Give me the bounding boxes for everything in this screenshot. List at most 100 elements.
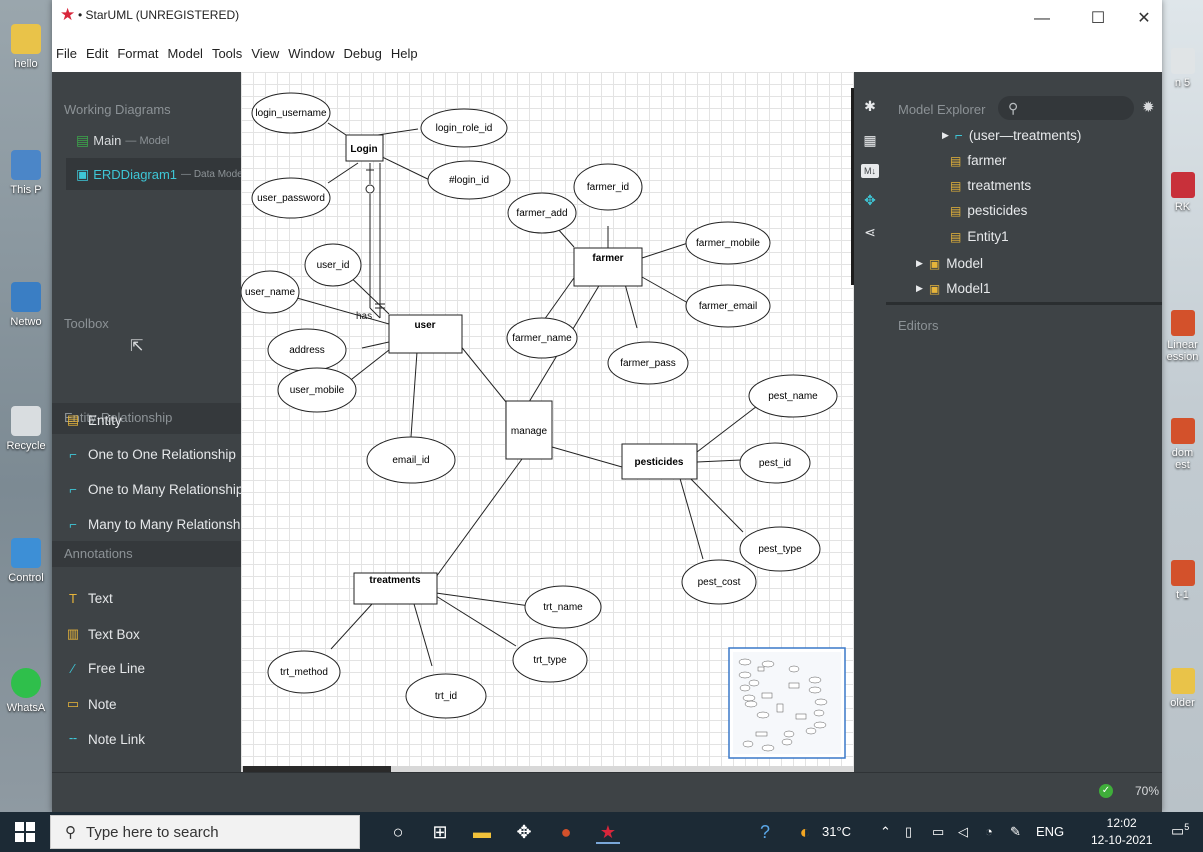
entity-pesticides[interactable]: pesticides [621,443,698,480]
panel-splitter[interactable] [886,302,1162,305]
explorer-search-input[interactable]: ⚲ [998,96,1134,120]
entity-farmer[interactable]: farmer [573,247,643,287]
attribute-pest-cost[interactable]: pest_cost [681,559,757,605]
diagram-canvas[interactable]: has login_username login_role_id user_pa… [241,72,863,772]
desktop-icon-right-1[interactable]: n 5 [1162,48,1203,89]
desktop-icon-right-4[interactable]: dom est [1162,418,1203,471]
meet-now-icon[interactable]: ▯ [905,824,912,840]
attribute-farmer-id[interactable]: farmer_id [573,163,643,211]
wifi-icon[interactable]: ◔ [985,824,993,839]
attribute-trt-id[interactable]: trt_id [405,673,487,719]
tree-item-model1[interactable]: ▶ ▣ Model1 [916,281,991,296]
toolbox-note[interactable]: ▭ Note [66,696,117,712]
attribute-trt-type[interactable]: trt_type [512,637,588,683]
entity-treatments[interactable]: treatments [353,572,438,605]
desktop-icon-right-2[interactable]: RK [1162,172,1203,213]
attribute-login-id[interactable]: #login_id [427,160,511,200]
toolbox-entity[interactable]: ▤ Entity [66,412,122,428]
menu-view[interactable]: View [251,46,279,70]
input-language[interactable]: ENG [1036,824,1064,839]
tree-item-model[interactable]: ▶ ▣ Model [916,256,983,271]
chevron-up-icon[interactable]: ⌃ [880,824,891,840]
gear-icon[interactable]: ✹ [1142,98,1155,116]
zoom-level[interactable]: 70% [1135,784,1159,798]
navigate-icon[interactable]: ✥ [860,190,880,210]
toolbox-text-box[interactable]: ▥ Text Box [66,626,140,642]
staruml-taskbar-icon[interactable]: ★ [596,820,620,844]
help-icon[interactable]: ? [753,820,777,844]
desktop-icon-control[interactable]: Control [0,538,52,584]
tree-item-user-treatments[interactable]: ▶ ⌐ (user—treatments) [942,128,1081,143]
windows-start-icon[interactable] [14,821,36,843]
toolbox-note-link[interactable]: ╌ Note Link [66,731,145,747]
task-view-icon[interactable]: ⊞ [428,820,452,844]
diagram-item-main[interactable]: ▤ Main — Model [76,132,169,149]
taskbar-search[interactable]: ⚲ Type here to search [50,815,360,849]
file-explorer-icon[interactable]: ▬ [470,820,494,844]
attribute-farmer-name[interactable]: farmer_name [506,317,578,359]
desktop-icon-right-3[interactable]: Linear ession [1162,310,1203,363]
relationship-manage[interactable]: manage [505,400,553,460]
markdown-icon[interactable]: M↓ [861,164,879,178]
desktop-icon-recycle[interactable]: Recycle [0,406,52,452]
desktop-icon-network[interactable]: Netwo [0,282,52,328]
menu-window[interactable]: Window [288,46,334,70]
attribute-farmer-email[interactable]: farmer_email [685,284,771,328]
attribute-pest-id[interactable]: pest_id [739,442,811,484]
menu-file[interactable]: File [56,46,77,70]
menu-model[interactable]: Model [168,46,203,70]
desktop-icon-whatsapp[interactable]: WhatsA [0,668,52,714]
notification-icon[interactable]: ▭5 [1171,822,1189,840]
attribute-farmer-add[interactable]: farmer_add [507,192,577,234]
attribute-user-id[interactable]: user_id [304,243,362,287]
entity-login[interactable]: Login [345,134,384,162]
extensions-icon[interactable]: ✱ [860,96,880,116]
attribute-login-username[interactable]: login_username [251,92,331,134]
menu-tools[interactable]: Tools [212,46,242,70]
minimize-button[interactable]: — [1022,4,1062,34]
desktop-icon-right-6[interactable]: older [1162,668,1203,709]
system-clock[interactable]: 12:02 12-10-2021 [1091,815,1152,849]
toolbox-free-line[interactable]: ⁄ Free Line [66,661,145,676]
tree-item-pesticides[interactable]: ▤ pesticides [950,203,1027,218]
battery-icon[interactable]: ▭ [932,824,944,840]
desktop-icon-this-pc[interactable]: This P [0,150,52,196]
toolbox-one-to-one[interactable]: ⌐ One to One Relationship [66,447,236,462]
share-icon[interactable]: ⋖ [860,222,880,242]
toolbox-many-to-many[interactable]: ⌐ Many to Many Relationship [66,517,251,532]
toolbox-text[interactable]: T Text [66,591,113,606]
attribute-user-mobile[interactable]: user_mobile [277,367,357,413]
attribute-email-id[interactable]: email_id [366,436,456,484]
menu-help[interactable]: Help [391,46,418,70]
attribute-user-password[interactable]: user_password [251,177,331,219]
attribute-address[interactable]: address [267,328,347,372]
attribute-trt-name[interactable]: trt_name [524,585,602,629]
desktop-icon-hello[interactable]: hello [0,24,52,70]
volume-icon[interactable]: ◁ [958,824,968,840]
weather-icon[interactable]: ◐ [793,820,817,844]
dropbox-icon[interactable]: ✥ [512,820,536,844]
diagram-minimap[interactable] [728,647,846,759]
attribute-farmer-mobile[interactable]: farmer_mobile [685,221,771,265]
cortana-icon[interactable]: ○ [386,820,410,844]
attribute-pest-name[interactable]: pest_name [748,374,838,418]
attribute-user-name[interactable]: user_name [241,270,300,314]
toolbox-one-to-many[interactable]: ⌐ One to Many Relationship [66,482,243,497]
attribute-login-role-id[interactable]: login_role_id [420,108,508,148]
close-button[interactable]: ✕ [1124,4,1164,34]
tree-item-treatments[interactable]: ▤ treatments [950,178,1031,193]
powerpoint-icon[interactable]: ● [554,820,578,844]
grid-icon[interactable]: ▦ [860,130,880,150]
attribute-trt-method[interactable]: trt_method [267,650,341,694]
weather-temperature[interactable]: 31°C [822,824,851,839]
entity-user[interactable]: user [388,314,463,354]
cursor-arrow-icon[interactable]: ⇱ [130,336,143,356]
menu-format[interactable]: Format [117,46,158,70]
pen-icon[interactable]: ✎ [1010,824,1021,840]
tree-item-entity1[interactable]: ▤ Entity1 [950,229,1009,244]
menu-debug[interactable]: Debug [344,46,382,70]
desktop-icon-right-5[interactable]: t-1 [1162,560,1203,601]
attribute-pest-type[interactable]: pest_type [739,526,821,572]
tree-item-farmer[interactable]: ▤ farmer [950,153,1006,168]
validation-ok-icon[interactable]: ✓ [1099,784,1113,798]
